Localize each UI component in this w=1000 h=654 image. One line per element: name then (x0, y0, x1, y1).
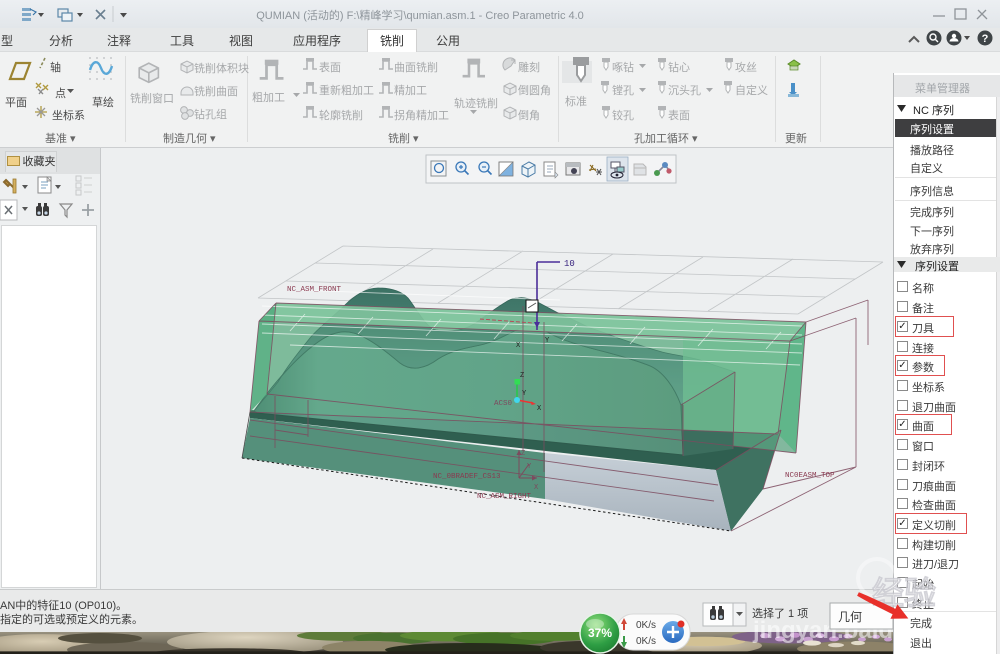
svg-text:Z: Z (521, 450, 525, 458)
svg-text:NC_ASM_RIGHT: NC_ASM_RIGHT (477, 493, 532, 501)
svg-text:NC_0BRADEF_CS13: NC_0BRADEF_CS13 (433, 473, 501, 481)
svg-text:ACS0: ACS0 (494, 400, 513, 408)
svg-text:0K/s: 0K/s (636, 636, 656, 647)
svg-text:37%: 37% (588, 626, 612, 640)
svg-text:NC0EASM_TOP: NC0EASM_TOP (785, 472, 835, 480)
svg-text:选择了 1 项: 选择了 1 项 (752, 606, 808, 620)
svg-text:NC_ASM_FRONT: NC_ASM_FRONT (287, 286, 342, 294)
svg-text:10: 10 (564, 259, 575, 269)
svg-text:0K/s: 0K/s (636, 620, 656, 631)
svg-text:?: ? (982, 33, 989, 45)
svg-text:Z: Z (520, 372, 524, 380)
